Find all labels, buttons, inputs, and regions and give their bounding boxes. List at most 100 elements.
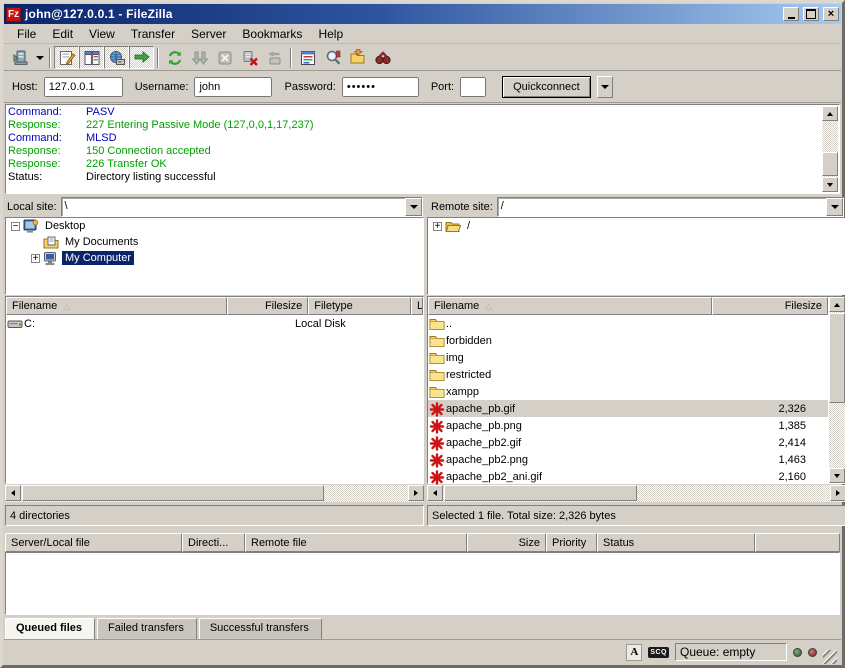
local-hscrollbar[interactable] — [5, 485, 424, 502]
file-row[interactable]: apache_pb.png 1,385 — [428, 417, 828, 434]
tree-expander[interactable] — [31, 254, 40, 263]
toggle-message-log-button[interactable] — [54, 46, 79, 69]
file-name: apache_pb2.png — [446, 454, 528, 466]
queue-column-priority[interactable]: Priority — [546, 533, 597, 552]
username-input[interactable] — [194, 77, 272, 97]
file-row[interactable]: .. — [428, 315, 828, 332]
process-queue-button[interactable] — [187, 46, 212, 69]
queue-column-empty — [755, 533, 840, 552]
scroll-left-icon[interactable] — [5, 485, 21, 501]
remote-site-combo[interactable]: / — [497, 197, 844, 217]
scroll-up-icon[interactable] — [829, 297, 845, 312]
speed-limits-icon[interactable]: SCQ — [648, 647, 669, 658]
site-manager-button[interactable] — [8, 46, 33, 69]
column-header-filesize[interactable]: Filesize — [712, 297, 828, 315]
column-header-filesize[interactable]: Filesize — [227, 297, 308, 315]
file-row[interactable]: apache_pb.gif 2,326 — [428, 400, 828, 417]
file-size: 1,463 — [695, 454, 811, 466]
file-row[interactable]: C: Local Disk — [6, 315, 423, 332]
scroll-right-icon[interactable] — [830, 485, 845, 501]
tree-item-label[interactable]: My Documents — [62, 235, 141, 249]
maximize-button[interactable] — [803, 7, 819, 21]
scrollbar-thumb[interactable] — [829, 313, 845, 403]
scrollbar-thumb[interactable] — [22, 485, 324, 501]
combo-dropdown-icon[interactable] — [826, 198, 843, 216]
directory-listing-button[interactable] — [295, 46, 320, 69]
remote-site-value[interactable]: / — [498, 198, 826, 216]
toggle-local-tree-button[interactable] — [79, 46, 104, 69]
file-row[interactable]: forbidden — [428, 332, 828, 349]
menu-item[interactable]: Transfer — [123, 25, 183, 43]
quickconnect-button[interactable]: Quickconnect — [502, 76, 591, 98]
local-site-combo[interactable]: \ — [61, 197, 423, 217]
queue-column-size[interactable]: Size — [467, 533, 546, 552]
filter-button[interactable] — [320, 46, 345, 69]
resize-grip[interactable] — [823, 650, 837, 664]
folder-icon — [429, 385, 445, 399]
refresh-button[interactable] — [162, 46, 187, 69]
file-row[interactable]: restricted — [428, 366, 828, 383]
menu-item[interactable]: Help — [310, 25, 351, 43]
queue-list[interactable] — [5, 552, 840, 615]
combo-dropdown-icon[interactable] — [405, 198, 422, 216]
queue-tab[interactable]: Successful transfers — [199, 618, 322, 639]
column-header-filename[interactable]: Filename — [6, 297, 227, 315]
file-row[interactable]: apache_pb2.gif 2,414 — [428, 434, 828, 451]
queue-column-remote-file[interactable]: Remote file — [245, 533, 467, 552]
minimize-button[interactable] — [783, 7, 799, 21]
quickconnect-dropdown[interactable] — [597, 76, 613, 98]
file-row[interactable]: apache_pb2.png 1,463 — [428, 451, 828, 468]
queue-column-server-local-file[interactable]: Server/Local file — [5, 533, 182, 552]
queue-column-direction[interactable]: Directi... — [182, 533, 245, 552]
queue-column-status[interactable]: Status — [597, 533, 755, 552]
scroll-up-icon[interactable] — [822, 106, 838, 121]
queue-tab[interactable]: Queued files — [5, 618, 95, 639]
file-row[interactable]: xampp — [428, 383, 828, 400]
transfer-type-icon[interactable]: A — [626, 644, 642, 661]
tree-item[interactable]: My Computer — [6, 250, 423, 266]
scroll-right-icon[interactable] — [408, 485, 424, 501]
menu-item[interactable]: File — [9, 25, 44, 43]
toggle-remote-tree-button[interactable] — [104, 46, 129, 69]
scroll-left-icon[interactable] — [427, 485, 443, 501]
scrollbar-thumb[interactable] — [822, 152, 838, 176]
cancel-operation-button[interactable] — [212, 46, 237, 69]
log-scrollbar[interactable] — [822, 106, 838, 192]
remote-list-scrollbar[interactable] — [829, 297, 845, 483]
column-header-filename[interactable]: Filename — [428, 297, 712, 315]
remote-hscrollbar[interactable] — [427, 485, 845, 502]
tree-item[interactable]: / — [428, 218, 845, 234]
menu-item[interactable]: Edit — [44, 25, 81, 43]
tree-item-label[interactable]: Desktop — [42, 219, 88, 233]
queue-tab[interactable]: Failed transfers — [97, 618, 197, 639]
port-input[interactable] — [460, 77, 486, 97]
scrollbar-thumb[interactable] — [444, 485, 637, 501]
menu-item[interactable]: Server — [183, 25, 234, 43]
host-input[interactable] — [44, 77, 123, 97]
password-input[interactable] — [342, 77, 419, 97]
tree-item-label[interactable]: My Computer — [62, 251, 134, 265]
column-header-filetype[interactable]: Filetype — [308, 297, 411, 315]
disconnect-button[interactable] — [237, 46, 262, 69]
local-site-value[interactable]: \ — [62, 198, 405, 216]
site-manager-dropdown[interactable] — [33, 46, 46, 69]
column-header-last-modified[interactable]: L — [411, 297, 423, 315]
tree-item[interactable]: Desktop — [6, 218, 423, 234]
tree-item-label[interactable]: / — [464, 219, 473, 233]
scroll-down-icon[interactable] — [829, 468, 845, 483]
folder-icon — [429, 368, 445, 382]
tree-item[interactable]: My Documents — [6, 234, 423, 250]
find-files-button[interactable] — [370, 46, 395, 69]
directory-comparison-button[interactable] — [345, 46, 370, 69]
file-row[interactable]: img — [428, 349, 828, 366]
tree-expander[interactable] — [433, 222, 442, 231]
tree-expander[interactable] — [11, 222, 20, 231]
toggle-queue-button[interactable] — [129, 46, 154, 69]
file-row[interactable]: apache_pb2_ani.gif 2,160 — [428, 468, 828, 485]
close-button[interactable]: × — [823, 7, 839, 21]
reconnect-button[interactable] — [262, 46, 287, 69]
menu-item[interactable]: Bookmarks — [234, 25, 310, 43]
menu-item[interactable]: View — [81, 25, 123, 43]
title-bar[interactable]: Fz john@127.0.0.1 - FileZilla × — [4, 4, 841, 24]
scroll-down-icon[interactable] — [822, 177, 838, 192]
